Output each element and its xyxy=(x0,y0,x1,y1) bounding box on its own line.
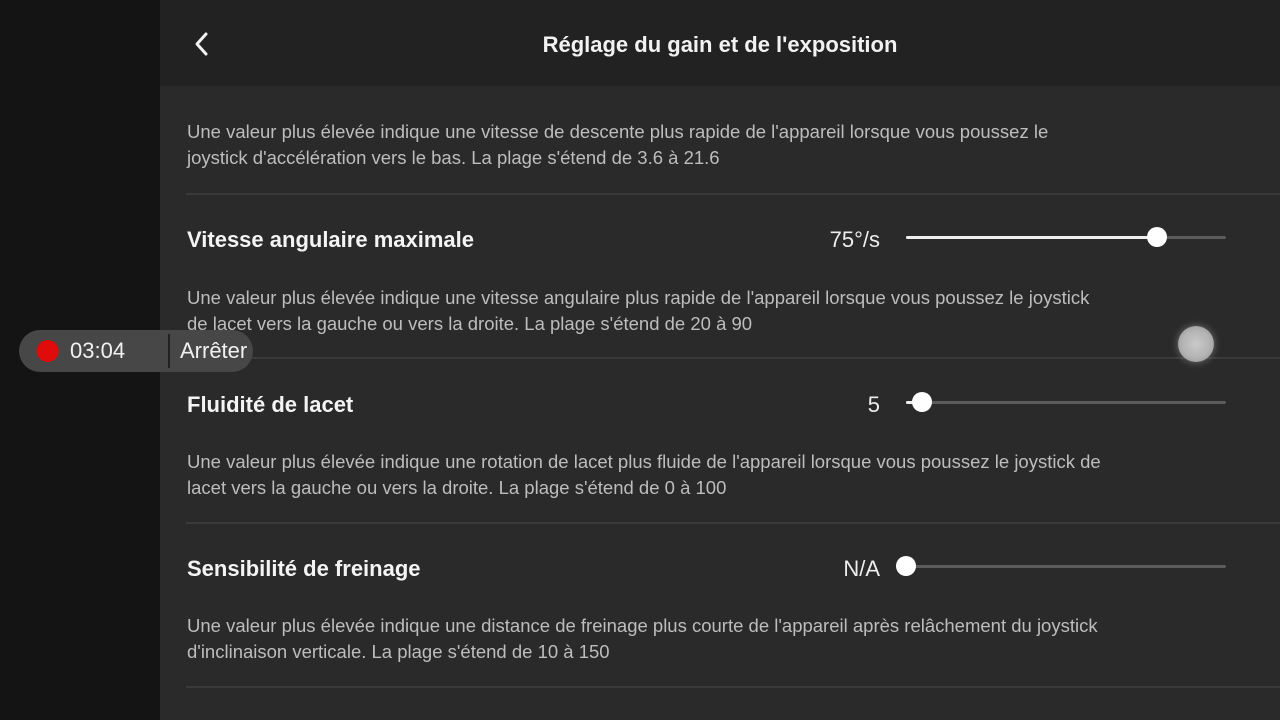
touch-indicator xyxy=(1178,326,1214,362)
yaw-smoothness-slider[interactable] xyxy=(906,391,1226,415)
brake-sensitivity-description: Une valeur plus élevée indique une dista… xyxy=(187,615,1098,662)
page-title: Réglage du gain et de l'exposition xyxy=(542,32,898,57)
divider xyxy=(186,522,1280,524)
setting-label-yaw-smoothness: Fluidité de lacet xyxy=(187,392,354,417)
angular-speed-slider[interactable] xyxy=(906,226,1226,250)
slider-knob[interactable] xyxy=(912,392,932,412)
stop-recording-button[interactable]: Arrêter xyxy=(180,330,247,372)
chevron-left-icon xyxy=(195,32,208,56)
back-button[interactable] xyxy=(186,26,218,62)
setting-label-brake-sensitivity: Sensibilité de freinage xyxy=(187,556,421,581)
slider-fill xyxy=(906,236,1157,239)
slider-track xyxy=(906,565,1226,568)
slider-track xyxy=(906,401,1226,404)
brake-sensitivity-slider[interactable] xyxy=(896,555,1226,579)
divider xyxy=(186,193,1280,195)
recording-time: 03:04 xyxy=(70,338,126,363)
descent-speed-description: Une valeur plus élevée indique une vites… xyxy=(187,121,1049,168)
recording-indicator: 03:04 Arrêter xyxy=(19,330,253,372)
header-bar: Réglage du gain et de l'exposition xyxy=(160,0,1280,86)
recording-separator xyxy=(168,334,170,368)
yaw-smoothness-description: Une valeur plus élevée indique une rotat… xyxy=(187,451,1101,498)
slider-knob[interactable] xyxy=(896,556,916,576)
settings-panel: Réglage du gain et de l'exposition Une v… xyxy=(160,0,1280,720)
setting-label-angular-speed: Vitesse angulaire maximale xyxy=(187,227,474,252)
slider-knob[interactable] xyxy=(1147,227,1167,247)
divider xyxy=(186,686,1280,688)
setting-value-brake-sensitivity: N/A xyxy=(843,556,880,581)
setting-value-yaw-smoothness: 5 xyxy=(867,392,880,417)
angular-speed-description: Une valeur plus élevée indique une vites… xyxy=(187,287,1090,334)
divider xyxy=(186,357,1280,359)
record-dot-icon xyxy=(37,340,59,362)
setting-value-angular-speed: 75°/s xyxy=(829,227,880,252)
